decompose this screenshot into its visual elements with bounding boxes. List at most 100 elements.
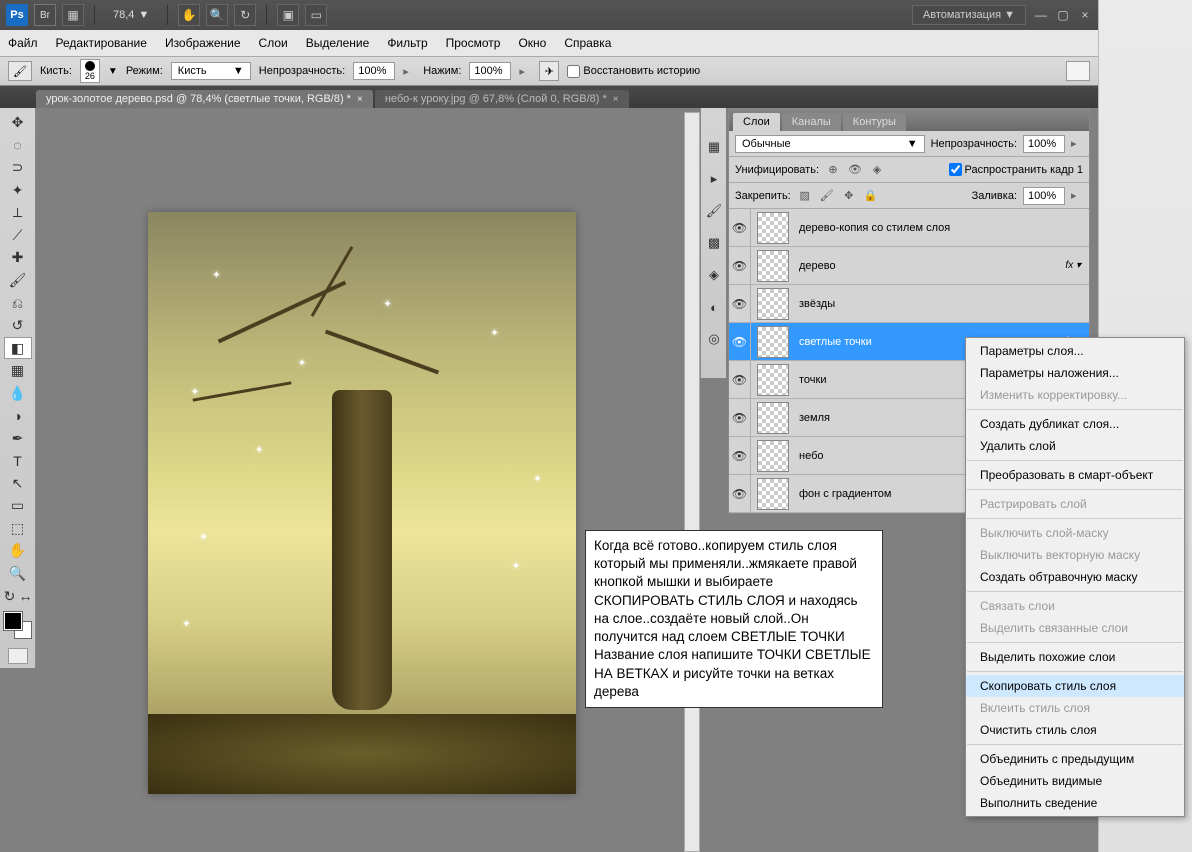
- menu-window[interactable]: Окно: [518, 36, 546, 50]
- cm-merge-prev[interactable]: Объединить с предыдущим: [966, 748, 1184, 770]
- cm-flatten[interactable]: Выполнить сведение: [966, 792, 1184, 814]
- styles-icon[interactable]: ◈: [703, 264, 725, 286]
- ps-logo[interactable]: Ps: [6, 4, 28, 26]
- cm-layer-props[interactable]: Параметры слоя...: [966, 340, 1184, 362]
- cm-smart-object[interactable]: Преобразовать в смарт-объект: [966, 464, 1184, 486]
- hand-tool[interactable]: ✋: [4, 540, 32, 562]
- layer-thumbnail[interactable]: [757, 478, 789, 510]
- history-icon[interactable]: ▦: [703, 136, 725, 158]
- panel-dock-icon[interactable]: [1066, 61, 1090, 81]
- cm-merge-visible[interactable]: Объединить видимые: [966, 770, 1184, 792]
- 3d-rotate-tool[interactable]: ↻: [2, 585, 18, 607]
- cm-select-similar[interactable]: Выделить похожие слои: [966, 646, 1184, 668]
- history-brush-tool[interactable]: ↺: [4, 315, 32, 337]
- propagate-checkbox[interactable]: Распространить кадр 1: [949, 163, 1083, 176]
- layer-name[interactable]: звёзды: [795, 298, 1089, 310]
- layout-icon[interactable]: ▦: [62, 4, 84, 26]
- cm-copy-style[interactable]: Скопировать стиль слоя: [966, 675, 1184, 697]
- tab-layers[interactable]: Слои: [733, 113, 780, 131]
- shape-tool[interactable]: ▭: [4, 495, 32, 517]
- close-icon[interactable]: ×: [613, 94, 619, 105]
- unify-visibility-icon[interactable]: 👁: [847, 162, 863, 178]
- bridge-icon[interactable]: Br: [34, 4, 56, 26]
- opacity-field[interactable]: 100%: [353, 62, 395, 80]
- layer-thumbnail[interactable]: [757, 250, 789, 282]
- lock-image-icon[interactable]: 🖌: [819, 188, 835, 204]
- layer-thumbnail[interactable]: [757, 440, 789, 472]
- layer-row[interactable]: 👁дерево-копия со стилем слоя: [729, 209, 1089, 247]
- lock-transparency-icon[interactable]: ▨: [797, 188, 813, 204]
- visibility-icon[interactable]: 👁: [729, 247, 751, 284]
- lasso-tool[interactable]: ⊃: [4, 157, 32, 179]
- layer-thumbnail[interactable]: [757, 364, 789, 396]
- quickmask-icon[interactable]: [8, 648, 28, 664]
- layer-thumbnail[interactable]: [757, 212, 789, 244]
- 3d-tool[interactable]: ⬚: [4, 518, 32, 540]
- cm-duplicate[interactable]: Создать дубликат слоя...: [966, 413, 1184, 435]
- rotate-icon[interactable]: ↻: [234, 4, 256, 26]
- cm-delete[interactable]: Удалить слой: [966, 435, 1184, 457]
- layer-thumbnail[interactable]: [757, 402, 789, 434]
- fill-field[interactable]: 100%: [1023, 187, 1065, 205]
- doc-tab-1[interactable]: урок-золотое дерево.psd @ 78,4% (светлые…: [36, 90, 373, 108]
- pen-tool[interactable]: ✒: [4, 427, 32, 449]
- lock-position-icon[interactable]: ✥: [841, 188, 857, 204]
- layer-name[interactable]: дерево: [795, 260, 1065, 272]
- layer-thumbnail[interactable]: [757, 326, 789, 358]
- color-icon[interactable]: ◐: [703, 296, 725, 318]
- layer-thumbnail[interactable]: [757, 288, 789, 320]
- tool-preset-icon[interactable]: 🖌: [8, 61, 32, 81]
- dodge-tool[interactable]: ◑: [4, 405, 32, 427]
- mode-dropdown[interactable]: Кисть▼: [171, 62, 251, 80]
- airbrush-icon[interactable]: ✈: [539, 61, 559, 81]
- fx-indicator[interactable]: fx ▾: [1065, 260, 1089, 271]
- color-chips[interactable]: [4, 612, 32, 639]
- path-tool[interactable]: ↖: [4, 473, 32, 495]
- move-tool[interactable]: ✥: [4, 112, 32, 134]
- eraser-tool[interactable]: ◧: [4, 337, 32, 359]
- arrange-icon[interactable]: ▣: [277, 4, 299, 26]
- wand-tool[interactable]: ✦: [4, 180, 32, 202]
- canvas[interactable]: ✦✦ ✦✦ ✦✦ ✦✦ ✦✦: [148, 212, 576, 794]
- layer-opacity-field[interactable]: 100%: [1023, 135, 1065, 153]
- menu-image[interactable]: Изображение: [165, 36, 241, 50]
- opacity-slider-icon[interactable]: ▸: [403, 65, 415, 78]
- unify-style-icon[interactable]: ◈: [869, 162, 885, 178]
- zoom-icon[interactable]: 🔍: [206, 4, 228, 26]
- restore-checkbox[interactable]: Восстановить историю: [567, 65, 700, 78]
- gradient-tool[interactable]: ▦: [4, 360, 32, 382]
- swatches-icon[interactable]: ▩: [703, 232, 725, 254]
- minimize-button[interactable]: —: [1034, 8, 1048, 22]
- menu-filter[interactable]: Фильтр: [387, 36, 427, 50]
- brush-tool[interactable]: 🖌: [4, 270, 32, 292]
- cm-clipping-mask[interactable]: Создать обтравочную маску: [966, 566, 1184, 588]
- visibility-icon[interactable]: 👁: [729, 437, 751, 474]
- stamp-tool[interactable]: ⎌: [4, 292, 32, 314]
- visibility-icon[interactable]: 👁: [729, 323, 751, 360]
- menu-file[interactable]: Файл: [8, 36, 38, 50]
- canvas-area[interactable]: ✦✦ ✦✦ ✦✦ ✦✦ ✦✦: [40, 112, 698, 852]
- screen-mode-icon[interactable]: ▭: [305, 4, 327, 26]
- doc-tab-2[interactable]: небо-к уроку.jpg @ 67,8% (Слой 0, RGB/8)…: [375, 90, 629, 108]
- blend-mode-dropdown[interactable]: Обычные▼: [735, 135, 925, 153]
- tab-channels[interactable]: Каналы: [782, 113, 841, 131]
- crop-tool[interactable]: ⟂: [4, 202, 32, 224]
- marquee-tool[interactable]: ◌: [4, 135, 32, 157]
- visibility-icon[interactable]: 👁: [729, 361, 751, 398]
- visibility-icon[interactable]: 👁: [729, 209, 751, 246]
- tab-paths[interactable]: Контуры: [843, 113, 906, 131]
- lock-all-icon[interactable]: 🔒: [863, 188, 879, 204]
- fg-color[interactable]: [4, 612, 22, 630]
- cm-clear-style[interactable]: Очистить стиль слоя: [966, 719, 1184, 741]
- 3d-pan-tool[interactable]: ↔: [18, 585, 34, 607]
- visibility-icon[interactable]: 👁: [729, 285, 751, 322]
- visibility-icon[interactable]: 👁: [729, 475, 751, 512]
- maximize-button[interactable]: ▢: [1056, 8, 1070, 22]
- layer-row[interactable]: 👁 звёзды: [729, 285, 1089, 323]
- menu-view[interactable]: Просмотр: [446, 36, 501, 50]
- close-icon[interactable]: ×: [357, 94, 363, 105]
- close-button[interactable]: ×: [1078, 8, 1092, 22]
- visibility-icon[interactable]: 👁: [729, 399, 751, 436]
- menu-select[interactable]: Выделение: [306, 36, 370, 50]
- layer-row[interactable]: 👁 деревоfx ▾: [729, 247, 1089, 285]
